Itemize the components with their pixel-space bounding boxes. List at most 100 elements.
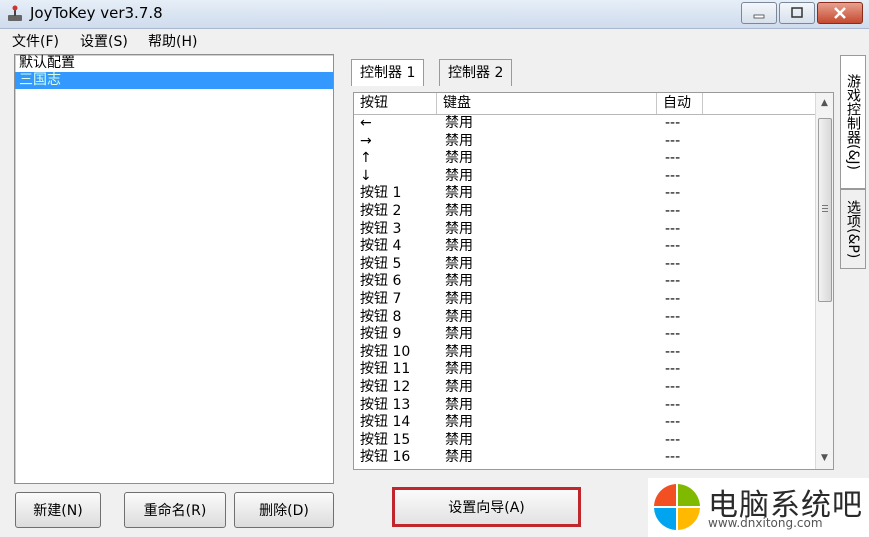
minimize-icon bbox=[753, 14, 765, 19]
cell-keyboard: 禁用 bbox=[445, 378, 473, 395]
cell-auto: --- bbox=[665, 326, 681, 343]
table-scrollbar[interactable]: ▲ ▼ bbox=[815, 93, 833, 469]
windows-logo-icon bbox=[654, 484, 700, 530]
table-row[interactable]: 按钮 3 禁用 --- bbox=[354, 221, 816, 239]
cell-button: 按钮 5 bbox=[360, 255, 402, 272]
table-header: 按钮 键盘 自动 bbox=[354, 93, 816, 115]
cell-keyboard: 禁用 bbox=[445, 308, 473, 325]
cell-keyboard: 禁用 bbox=[445, 167, 473, 184]
maximize-button[interactable] bbox=[779, 2, 815, 24]
cell-auto: --- bbox=[665, 290, 681, 307]
rename-profile-button[interactable]: 重命名(R) bbox=[124, 492, 226, 528]
cell-auto: --- bbox=[665, 150, 681, 167]
column-header-keyboard[interactable]: 键盘 bbox=[437, 93, 657, 114]
table-row[interactable]: 按钮 8 禁用 --- bbox=[354, 309, 816, 327]
cell-keyboard: 禁用 bbox=[445, 449, 473, 466]
cell-auto: --- bbox=[665, 238, 681, 255]
cell-button: 按钮 12 bbox=[360, 378, 411, 395]
cell-auto: --- bbox=[665, 132, 681, 149]
cell-button: → bbox=[360, 132, 372, 149]
profile-item-default[interactable]: 默认配置 bbox=[15, 55, 333, 72]
menu-file[interactable]: 文件(F) bbox=[12, 31, 59, 51]
cell-button: 按钮 4 bbox=[360, 238, 402, 255]
cell-keyboard: 禁用 bbox=[445, 220, 473, 237]
minimize-button[interactable] bbox=[741, 2, 777, 24]
cell-keyboard: 禁用 bbox=[445, 273, 473, 290]
table-row[interactable]: 按钮 9 禁用 --- bbox=[354, 326, 816, 344]
table-row[interactable]: 按钮 12 禁用 --- bbox=[354, 379, 816, 397]
setup-wizard-button[interactable]: 设置向导(A) bbox=[392, 487, 581, 527]
cell-button: 按钮 10 bbox=[360, 343, 411, 360]
cell-auto: --- bbox=[665, 396, 681, 413]
cell-button: 按钮 6 bbox=[360, 273, 402, 290]
profile-item-sanguozhi[interactable]: 三国志 bbox=[15, 72, 333, 89]
cell-auto: --- bbox=[665, 343, 681, 360]
table-row[interactable]: 按钮 10 禁用 --- bbox=[354, 344, 816, 362]
menu-help[interactable]: 帮助(H) bbox=[148, 31, 197, 51]
cell-button: 按钮 9 bbox=[360, 326, 402, 343]
cell-button: 按钮 11 bbox=[360, 361, 411, 378]
cell-button: 按钮 7 bbox=[360, 290, 402, 307]
close-button[interactable] bbox=[817, 2, 863, 24]
table-row[interactable]: 按钮 7 禁用 --- bbox=[354, 291, 816, 309]
cell-keyboard: 禁用 bbox=[445, 150, 473, 167]
new-profile-button[interactable]: 新建(N) bbox=[15, 492, 101, 528]
menu-settings[interactable]: 设置(S) bbox=[80, 31, 128, 51]
table-row[interactable]: ← 禁用 --- bbox=[354, 115, 816, 133]
table-row[interactable]: 按钮 14 禁用 --- bbox=[354, 414, 816, 432]
cell-button: ← bbox=[360, 115, 372, 131]
cell-auto: --- bbox=[665, 167, 681, 184]
maximize-icon bbox=[791, 7, 803, 18]
scroll-down-icon[interactable]: ▼ bbox=[816, 450, 833, 467]
cell-button: ↓ bbox=[360, 167, 372, 184]
cell-keyboard: 禁用 bbox=[445, 431, 473, 448]
scroll-up-icon[interactable]: ▲ bbox=[816, 95, 833, 112]
cell-auto: --- bbox=[665, 414, 681, 431]
table-row[interactable]: 按钮 11 禁用 --- bbox=[354, 361, 816, 379]
menu-bar: 文件(F) 设置(S) 帮助(H) bbox=[0, 29, 869, 51]
cell-auto: --- bbox=[665, 431, 681, 448]
cell-button: ↑ bbox=[360, 150, 372, 167]
column-header-button[interactable]: 按钮 bbox=[354, 93, 437, 114]
table-row[interactable]: 按钮 16 禁用 --- bbox=[354, 449, 816, 467]
table-row[interactable]: → 禁用 --- bbox=[354, 133, 816, 151]
table-row[interactable]: 按钮 1 禁用 --- bbox=[354, 185, 816, 203]
tab-controller-2[interactable]: 控制器 2 bbox=[439, 59, 513, 86]
cell-keyboard: 禁用 bbox=[445, 343, 473, 360]
cell-keyboard: 禁用 bbox=[445, 255, 473, 272]
scroll-thumb[interactable] bbox=[818, 118, 832, 302]
tab-game-controller[interactable]: 游戏控制器(&J) bbox=[840, 55, 866, 189]
cell-auto: --- bbox=[665, 361, 681, 378]
close-icon bbox=[834, 7, 846, 19]
table-row[interactable]: ↓ 禁用 --- bbox=[354, 168, 816, 186]
profile-list[interactable]: 默认配置 三国志 bbox=[14, 54, 334, 484]
cell-keyboard: 禁用 bbox=[445, 326, 473, 343]
cell-button: 按钮 1 bbox=[360, 185, 402, 202]
cell-auto: --- bbox=[665, 378, 681, 395]
tab-controller-1[interactable]: 控制器 1 bbox=[351, 59, 425, 86]
table-row[interactable]: 按钮 15 禁用 --- bbox=[354, 432, 816, 450]
table-row[interactable]: 按钮 2 禁用 --- bbox=[354, 203, 816, 221]
table-row[interactable]: 按钮 5 禁用 --- bbox=[354, 256, 816, 274]
cell-button: 按钮 13 bbox=[360, 396, 411, 413]
button-mapping-table[interactable]: 按钮 键盘 自动 ← 禁用 --- → 禁用 --- ↑ 禁用 --- ↓ 禁用 --- 按钮 1 禁用 -… bbox=[353, 92, 834, 470]
delete-profile-button[interactable]: 删除(D) bbox=[234, 492, 334, 528]
table-row[interactable]: ↑ 禁用 --- bbox=[354, 150, 816, 168]
cell-auto: --- bbox=[665, 308, 681, 325]
cell-keyboard: 禁用 bbox=[445, 414, 473, 431]
cell-keyboard: 禁用 bbox=[445, 202, 473, 219]
table-row[interactable]: 按钮 13 禁用 --- bbox=[354, 397, 816, 415]
joystick-app-icon bbox=[8, 5, 22, 21]
cell-keyboard: 禁用 bbox=[445, 396, 473, 413]
table-body: ← 禁用 --- → 禁用 --- ↑ 禁用 --- ↓ 禁用 --- 按钮 1 禁用 --- 按钮 2 禁用 -… bbox=[354, 115, 816, 467]
cell-auto: --- bbox=[665, 273, 681, 290]
cell-button: 按钮 15 bbox=[360, 431, 411, 448]
title-bar[interactable]: JoyToKey ver3.7.8 bbox=[0, 0, 869, 29]
tab-options[interactable]: 选项(&P) bbox=[840, 189, 866, 269]
table-row[interactable]: 按钮 6 禁用 --- bbox=[354, 273, 816, 291]
cell-keyboard: 禁用 bbox=[445, 185, 473, 202]
cell-button: 按钮 14 bbox=[360, 414, 411, 431]
column-header-auto[interactable]: 自动 bbox=[657, 93, 703, 114]
table-row[interactable]: 按钮 4 禁用 --- bbox=[354, 238, 816, 256]
cell-auto: --- bbox=[665, 255, 681, 272]
